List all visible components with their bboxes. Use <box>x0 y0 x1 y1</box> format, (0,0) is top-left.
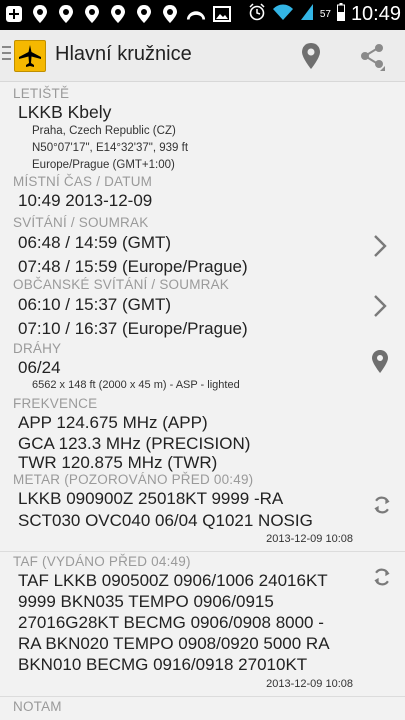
alarm-icon <box>248 3 266 26</box>
status-bar: 57 10:49 <box>0 0 405 30</box>
local-time-section: MÍSTNÍ ČAS / DATUM 10:49 2013-12-09 <box>0 174 405 211</box>
frequency-item: GCA 123.3 MHz (PRECISION) <box>18 434 251 453</box>
image-icon <box>212 4 232 24</box>
civil-twilight-local: 07:10 / 16:37 (Europe/Prague) <box>18 319 248 338</box>
runway-name: 06/24 <box>18 358 61 377</box>
location-notification-icon <box>108 4 128 24</box>
action-bar: Hlavní kružnice <box>0 30 405 82</box>
notam-section[interactable]: NOTAM <box>0 699 405 715</box>
chevron-right-icon[interactable] <box>369 233 391 259</box>
taf-line: RA BKN020 TEMPO 0908/0920 5000 RA <box>18 634 330 653</box>
add-icon <box>4 4 24 24</box>
page-title: Hlavní kružnice <box>55 43 192 65</box>
taf-section: TAF (VYDÁNO PŘED 04:49) TAF LKKB 090500Z… <box>0 554 405 692</box>
airport-name: LKKB Kbely <box>18 102 112 122</box>
location-notification-icon <box>30 4 50 24</box>
airport-timezone: Europe/Prague (GMT+1:00) <box>32 159 175 171</box>
divider <box>0 551 405 552</box>
clock: 10:49 <box>350 3 401 25</box>
taf-label: TAF (VYDÁNO PŘED 04:49) <box>13 554 191 569</box>
frequencies-label: FREKVENCE <box>13 396 98 411</box>
local-time-value: 10:49 2013-12-09 <box>18 191 153 210</box>
runways-label: DRÁHY <box>13 341 62 356</box>
wifi-icon <box>272 3 294 26</box>
chevron-right-icon[interactable] <box>369 293 391 319</box>
map-pin-icon[interactable] <box>369 349 391 375</box>
airport-logo-icon[interactable] <box>14 40 46 72</box>
airport-coords: N50°07'17", E14°32'37", 939 ft <box>32 142 189 154</box>
metar-line: SCT030 OVC040 06/04 Q1021 NOSIG <box>18 511 313 530</box>
location-notification-icon <box>134 4 154 24</box>
metar-line: LKKB 090900Z 25018KT 9999 -RA <box>18 489 284 508</box>
notification-icons <box>4 4 232 24</box>
metar-label: METAR (POZOROVÁNO PŘED 00:49) <box>13 472 254 487</box>
taf-line: BKN010 BECMG 0916/0918 27010KT <box>18 655 308 674</box>
signal-icon <box>300 3 314 26</box>
location-notification-icon <box>56 4 76 24</box>
frequency-item: APP 124.675 MHz (APP) <box>18 413 208 432</box>
civil-twilight-section[interactable]: OBČANSKÉ SVÍTÁNÍ / SOUMRAK 06:10 / 15:37… <box>0 277 405 341</box>
airport-location: Praha, Czech Republic (CZ) <box>32 125 176 137</box>
status-right: 57 10:49 <box>248 3 401 26</box>
airport-section: LETIŠTĚ LKKB Kbely Praha, Czech Republic… <box>0 82 405 174</box>
battery-percent: 57 <box>319 9 331 20</box>
airport-detail[interactable]: LETIŠTĚ LKKB Kbely Praha, Czech Republic… <box>0 82 405 720</box>
refresh-icon[interactable] <box>371 492 393 518</box>
frequency-item: TWR 120.875 MHz (TWR) <box>18 453 218 472</box>
metar-timestamp: 2013-12-09 10:08 <box>266 533 353 545</box>
cloud-icon <box>186 4 206 24</box>
civil-twilight-label: OBČANSKÉ SVÍTÁNÍ / SOUMRAK <box>13 277 229 292</box>
runways-section[interactable]: DRÁHY 06/24 6562 x 148 ft (2000 x 45 m) … <box>0 341 405 396</box>
location-notification-icon <box>160 4 180 24</box>
divider <box>0 696 405 697</box>
location-notification-icon <box>82 4 102 24</box>
refresh-icon[interactable] <box>371 564 393 590</box>
civil-twilight-gmt: 06:10 / 15:37 (GMT) <box>18 295 172 314</box>
taf-line: TAF LKKB 090500Z 0906/1006 24016KT <box>18 571 328 590</box>
taf-timestamp: 2013-12-09 10:08 <box>266 678 353 690</box>
runway-detail: 6562 x 148 ft (2000 x 45 m) - ASP - ligh… <box>32 379 240 391</box>
notam-label: NOTAM <box>13 699 62 714</box>
metar-section: METAR (POZOROVÁNO PŘED 00:49) LKKB 09090… <box>0 472 405 547</box>
sunrise-gmt: 06:48 / 14:59 (GMT) <box>18 233 172 252</box>
taf-line: 27016G28KT BECMG 0906/0908 8000 - <box>18 613 324 632</box>
map-pin-button[interactable] <box>300 42 322 70</box>
battery-icon <box>336 3 345 26</box>
sunrise-local: 07:48 / 15:59 (Europe/Prague) <box>18 257 248 276</box>
local-time-label: MÍSTNÍ ČAS / DATUM <box>13 174 153 189</box>
taf-line: 9999 BKN035 TEMPO 0906/0915 <box>18 592 274 611</box>
sunrise-label: SVÍTÁNÍ / SOUMRAK <box>13 215 149 230</box>
drawer-handle-icon[interactable] <box>2 46 11 64</box>
share-button[interactable] <box>358 42 388 72</box>
sunrise-section[interactable]: SVÍTÁNÍ / SOUMRAK 06:48 / 14:59 (GMT) 07… <box>0 215 405 277</box>
frequencies-section: FREKVENCE APP 124.675 MHz (APP) GCA 123.… <box>0 396 405 472</box>
airport-label: LETIŠTĚ <box>13 86 70 101</box>
